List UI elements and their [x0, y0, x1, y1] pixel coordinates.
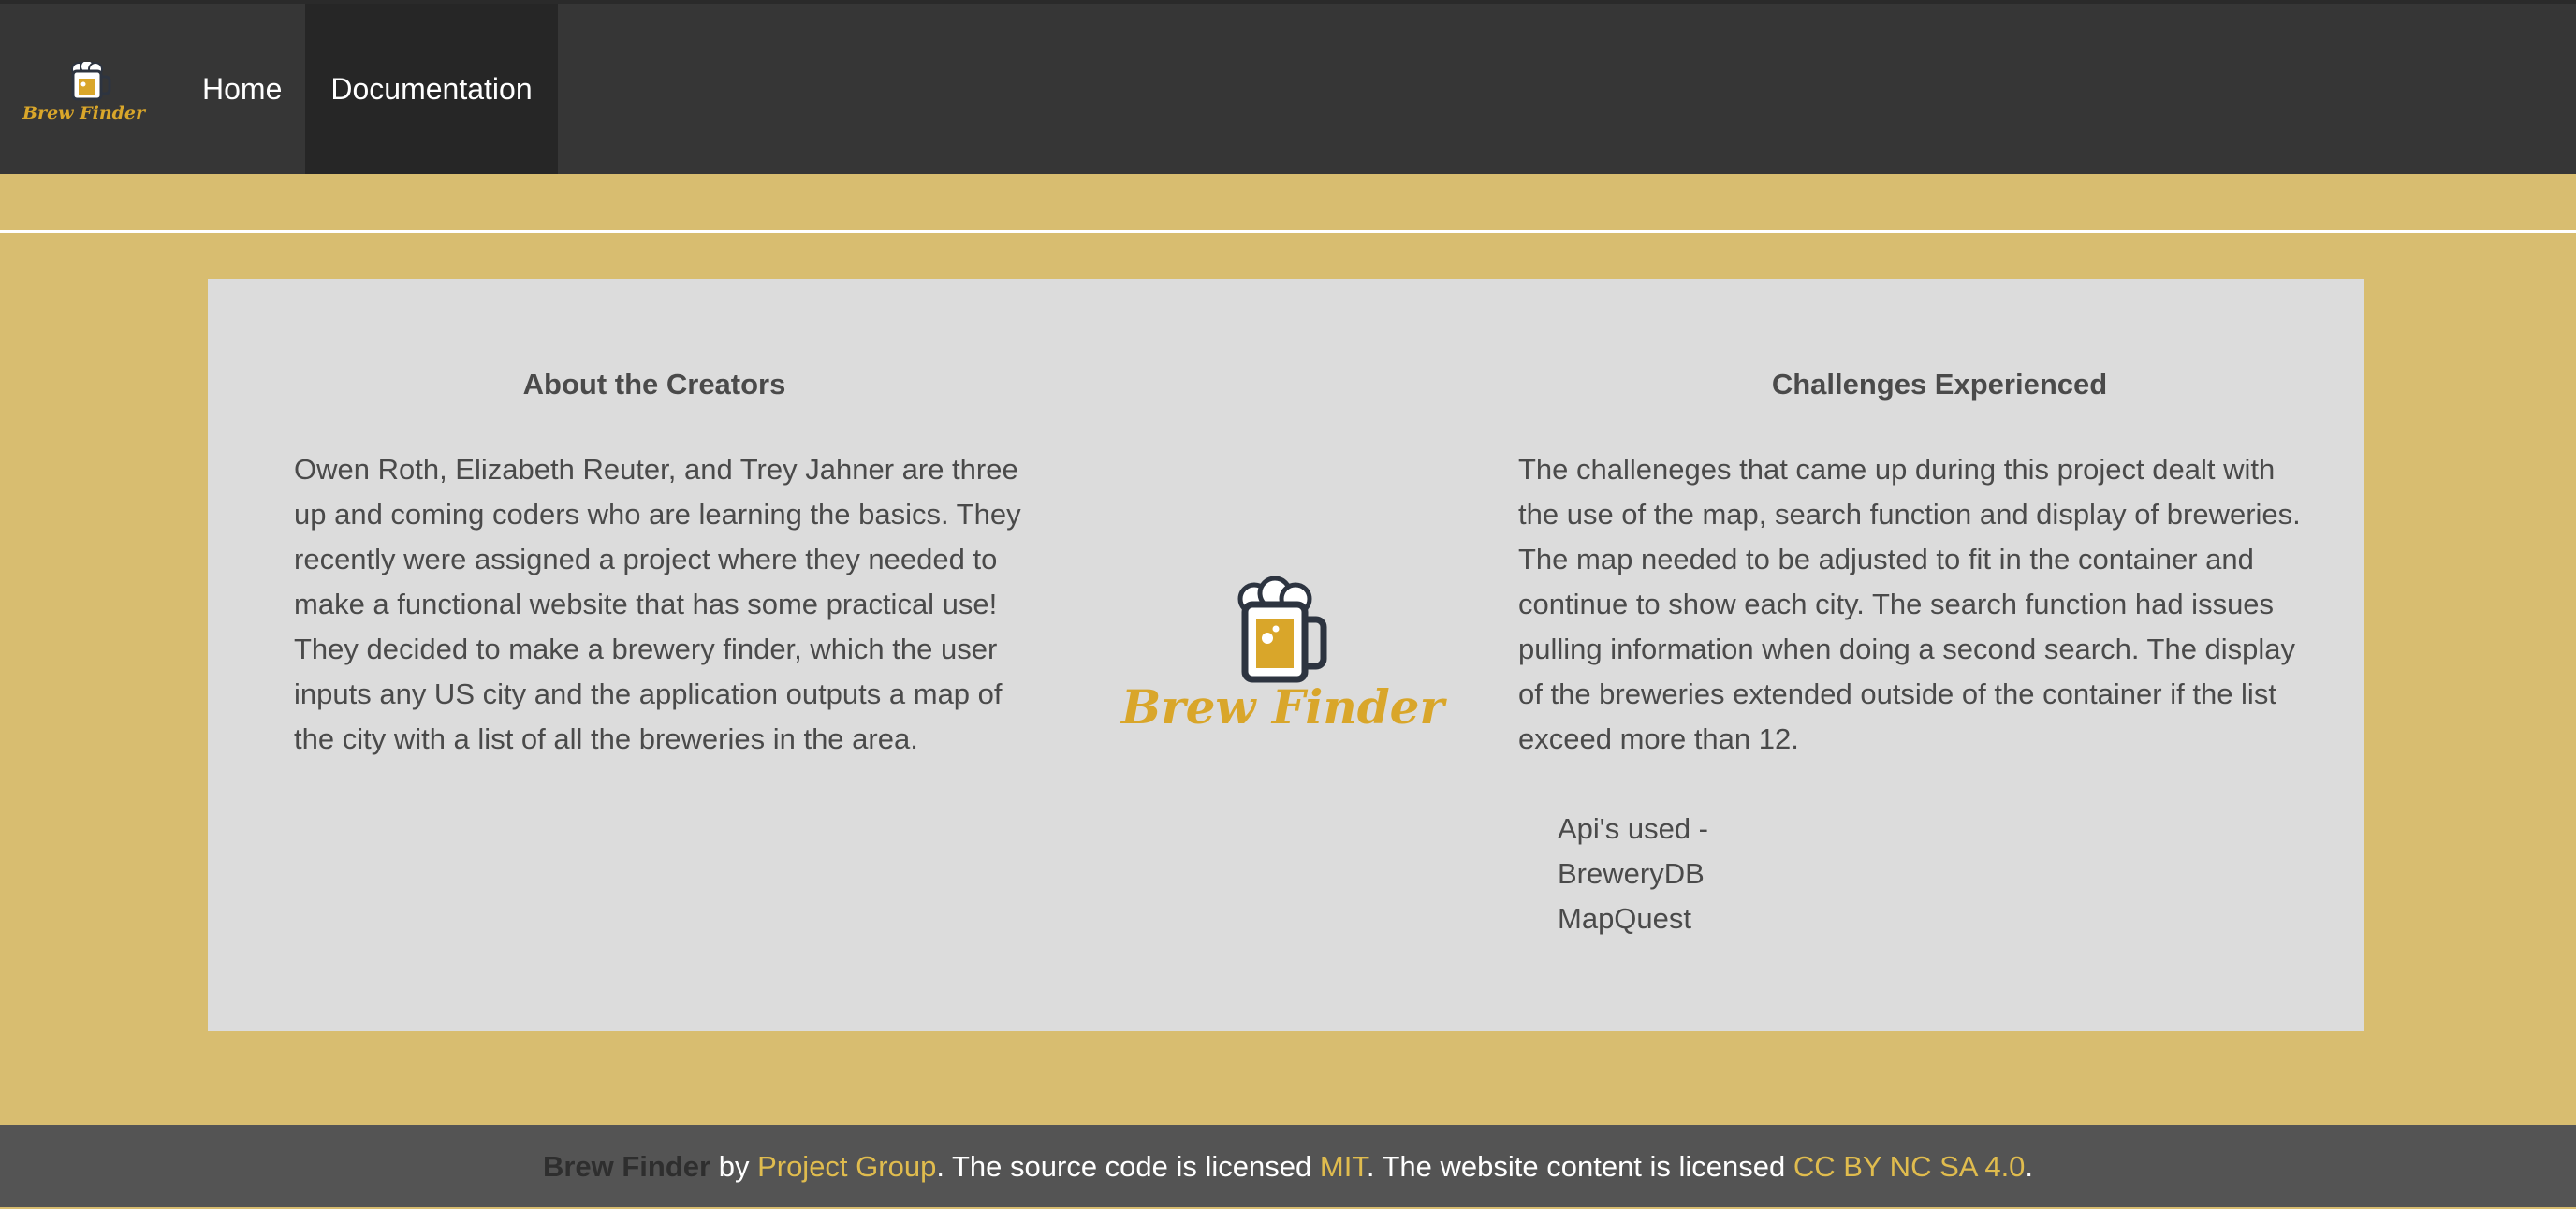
center-logo-text: Brew Finder — [1121, 679, 1444, 735]
api-list-heading: Api's used - — [1558, 812, 1708, 845]
challenges-text: The challeneges that came up during this… — [1518, 453, 2301, 755]
footer-end-text: . — [2025, 1150, 2034, 1183]
footer-content-text: . The website content is licensed — [1366, 1150, 1793, 1183]
about-title: About the Creators — [522, 368, 786, 401]
footer-by-text: by — [710, 1150, 758, 1183]
documentation-card: About the Creators Owen Roth, Elizabeth … — [208, 279, 2364, 1031]
footer-project-group-link[interactable]: Project Group — [757, 1150, 936, 1183]
navbar: Brew Finder Home Documentation — [0, 0, 2576, 174]
footer-cc-link[interactable]: CC BY NC SA 4.0 — [1793, 1150, 2026, 1183]
about-text: Owen Roth, Elizabeth Reuter, and Trey Ja… — [294, 453, 1021, 755]
footer: Brew Finder by Project Group. The source… — [0, 1125, 2576, 1207]
challenges-title: Challenges Experienced — [1771, 368, 2108, 401]
brand-logo-text: Brew Finder — [22, 103, 146, 124]
section-divider — [0, 230, 2576, 233]
brand-logo-link[interactable]: Brew Finder — [21, 59, 152, 127]
api-list: Api's used - BreweryDB MapQuest — [1558, 807, 1708, 941]
footer-source-text: . The source code is licensed — [936, 1150, 1320, 1183]
api-item-brewerydb: BreweryDB — [1558, 857, 1705, 890]
api-item-mapquest: MapQuest — [1558, 902, 1692, 935]
center-logo: Brew Finder — [1116, 575, 1462, 745]
nav-documentation-link[interactable]: Documentation — [305, 4, 558, 174]
footer-mit-link[interactable]: MIT — [1320, 1150, 1367, 1183]
footer-brand: Brew Finder — [542, 1150, 711, 1183]
nav-home-link[interactable]: Home — [180, 4, 304, 174]
